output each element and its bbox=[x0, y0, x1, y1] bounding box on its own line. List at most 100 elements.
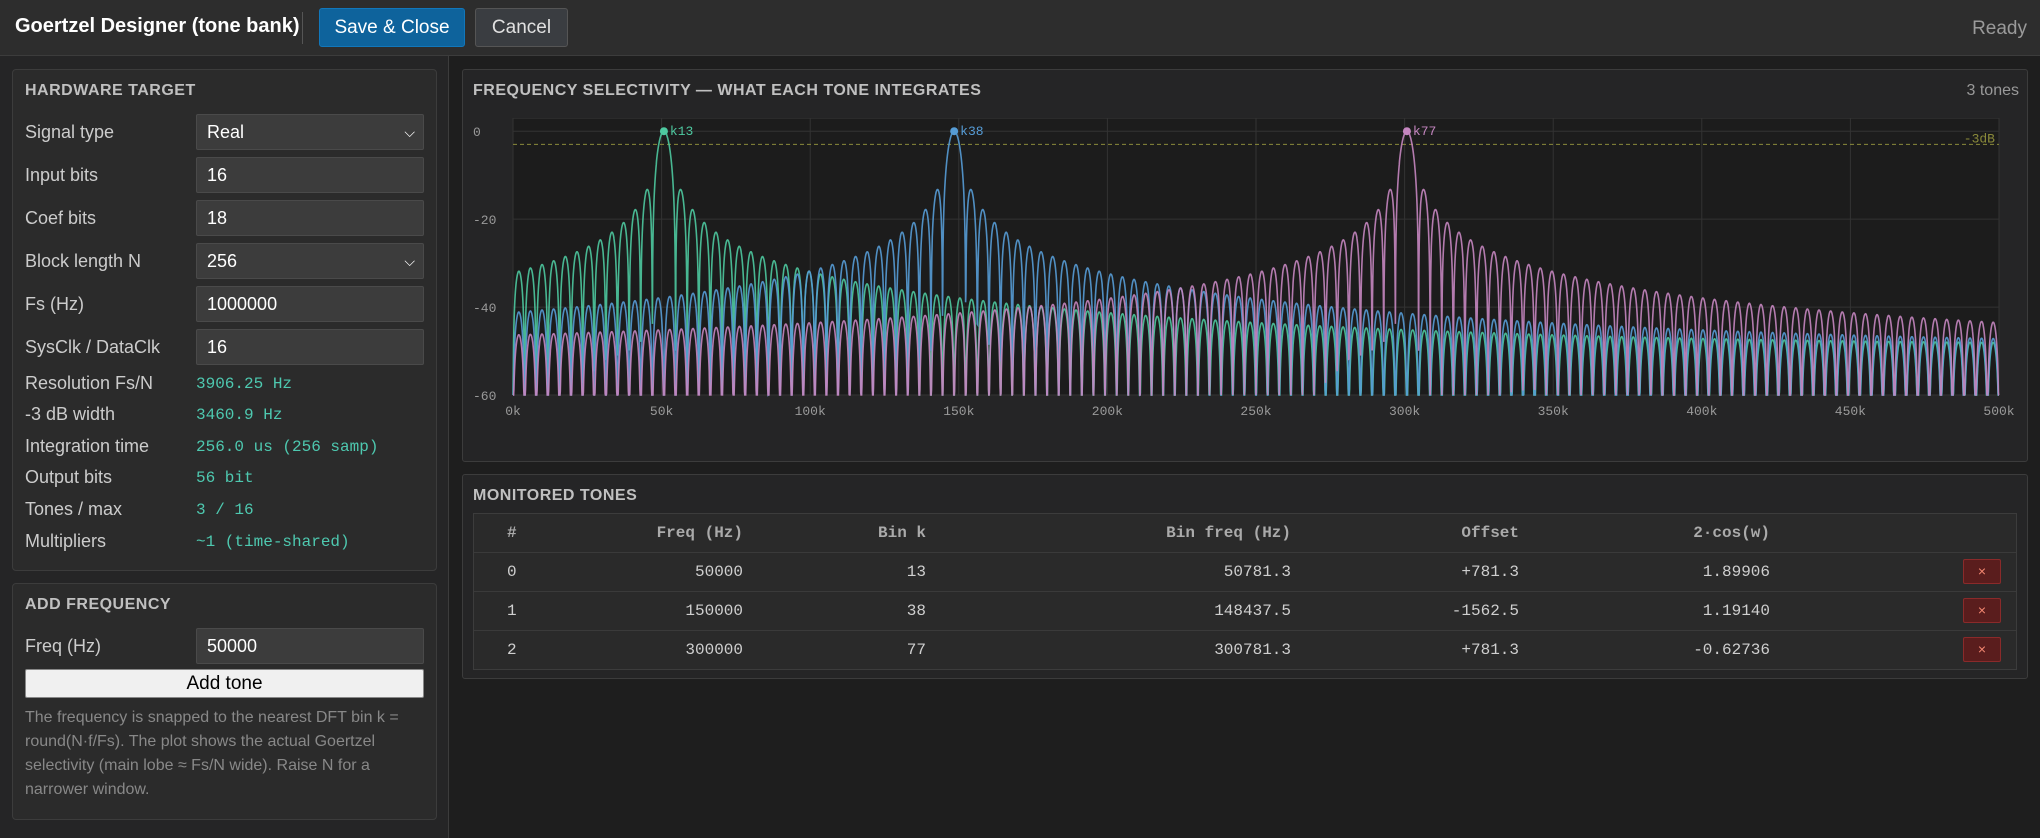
y-tick-label: -40 bbox=[473, 301, 496, 316]
delete-tone-button[interactable]: × bbox=[1963, 598, 2001, 623]
peak-marker-k38 bbox=[950, 127, 959, 136]
reference-label: -3dB bbox=[1964, 131, 1995, 146]
input-bits-field[interactable]: 16 bbox=[196, 157, 424, 193]
row-bin: 77 bbox=[906, 641, 926, 659]
signal-type-select[interactable]: Real ⌵ bbox=[196, 114, 424, 150]
signal-type-label: Signal type bbox=[25, 122, 115, 142]
x-tick-label: 300k bbox=[1389, 404, 1420, 419]
integration-value: 256.0 us (256 samp) bbox=[196, 438, 379, 456]
fs-label: Fs (Hz) bbox=[25, 294, 84, 314]
row-index: 1 bbox=[507, 602, 517, 620]
row-bin-freq: 148437.5 bbox=[1214, 602, 1291, 620]
row-index: 2 bbox=[507, 641, 517, 659]
x-tick-label: 450k bbox=[1835, 404, 1866, 419]
peak-label-k13: k13 bbox=[670, 124, 693, 139]
table-row: 0 50000 13 50781.3 +781.3 1.89906 × bbox=[474, 553, 2016, 592]
width-label: -3 dB width bbox=[25, 404, 116, 424]
top-bar: Goertzel Designer (tone bank) Save & Clo… bbox=[0, 0, 2040, 56]
multipliers-label: Multipliers bbox=[25, 531, 107, 551]
freq-input[interactable]: 50000 bbox=[196, 628, 424, 664]
x-tick-label: 0k bbox=[505, 404, 521, 419]
peak-marker-k77 bbox=[1402, 127, 1411, 136]
signal-type-value: Real bbox=[207, 122, 245, 142]
row-offset: +781.3 bbox=[1461, 563, 1519, 581]
monitored-tones-panel: MONITORED TONES # Freq (Hz) Bin k Bin fr… bbox=[462, 474, 2028, 679]
row-bin: 13 bbox=[906, 563, 926, 581]
coef-bits-label: Coef bits bbox=[25, 208, 97, 228]
row-bin: 38 bbox=[906, 602, 926, 620]
output-bits-label: Output bits bbox=[25, 467, 113, 487]
row-offset: -1562.5 bbox=[1451, 602, 1519, 620]
x-tick-label: 200k bbox=[1092, 404, 1123, 419]
table-row: 2 300000 77 300781.3 +781.3 -0.62736 × bbox=[474, 631, 2016, 670]
integration-label: Integration time bbox=[25, 436, 150, 456]
freq-label: Freq (Hz) bbox=[25, 636, 101, 656]
col-header-offset: Offset bbox=[1461, 524, 1519, 542]
status-text: Ready bbox=[1972, 18, 2027, 39]
x-tick-label: 50k bbox=[650, 404, 674, 419]
x-tick-label: 400k bbox=[1686, 404, 1717, 419]
x-tick-label: 150k bbox=[943, 404, 974, 419]
cancel-button[interactable]: Cancel bbox=[475, 8, 568, 47]
tones-max-label: Tones / max bbox=[25, 499, 123, 519]
row-bin-freq: 300781.3 bbox=[1214, 641, 1291, 659]
row-freq: 150000 bbox=[685, 602, 743, 620]
hardware-target-title: HARDWARE TARGET bbox=[25, 82, 196, 99]
sysclk-label: SysClk / DataClk bbox=[25, 337, 161, 357]
x-tick-label: 100k bbox=[795, 404, 826, 419]
coef-bits-field[interactable]: 18 bbox=[196, 200, 424, 236]
tones-title: MONITORED TONES bbox=[473, 487, 638, 504]
col-header-freq: Freq (Hz) bbox=[656, 524, 743, 542]
row-bin-freq: 50781.3 bbox=[1223, 563, 1291, 581]
tones-table: # Freq (Hz) Bin k Bin freq (Hz) Offset 2… bbox=[473, 513, 2017, 670]
x-tick-label: 500k bbox=[1983, 404, 2014, 419]
delete-tone-button[interactable]: × bbox=[1963, 637, 2001, 662]
x-tick-label: 350k bbox=[1538, 404, 1569, 419]
peak-marker-k13 bbox=[659, 127, 668, 136]
fs-field[interactable]: 1000000 bbox=[196, 286, 424, 322]
chevron-down-icon: ⌵ bbox=[404, 253, 415, 269]
tones-max-value: 3 / 16 bbox=[196, 501, 254, 519]
selectivity-chart: 0k 50k 100k 150k 200k 250k 300k 350k 400k 450k 500… bbox=[473, 118, 2015, 419]
block-length-value: 256 bbox=[207, 251, 238, 271]
toolbar-divider bbox=[302, 12, 303, 44]
row-offset: +781.3 bbox=[1461, 641, 1519, 659]
add-tone-button[interactable]: Add tone bbox=[25, 669, 424, 698]
add-frequency-title: ADD FREQUENCY bbox=[25, 596, 172, 613]
y-tick-label: -60 bbox=[473, 389, 496, 404]
y-tick-label: -20 bbox=[473, 213, 496, 228]
multipliers-value: ~1 (time-shared) bbox=[196, 533, 350, 551]
chevron-down-icon: ⌵ bbox=[404, 124, 415, 140]
delete-tone-button[interactable]: × bbox=[1963, 559, 2001, 584]
chart-title: FREQUENCY SELECTIVITY — WHAT EACH TONE I… bbox=[473, 82, 982, 99]
output-bits-value: 56 bit bbox=[196, 469, 254, 487]
save-close-button[interactable]: Save & Close bbox=[319, 8, 465, 47]
block-length-select[interactable]: 256 ⌵ bbox=[196, 243, 424, 279]
width-value: 3460.9 Hz bbox=[196, 406, 283, 424]
peak-label-k77: k77 bbox=[1413, 124, 1436, 139]
row-freq: 50000 bbox=[694, 563, 743, 581]
table-header-row: # Freq (Hz) Bin k Bin freq (Hz) Offset 2… bbox=[474, 514, 2016, 553]
col-header-index: # bbox=[507, 524, 517, 542]
row-index: 0 bbox=[507, 563, 517, 581]
col-header-coef: 2·cos(w) bbox=[1693, 524, 1770, 542]
peak-label-k38: k38 bbox=[960, 124, 983, 139]
block-length-label: Block length N bbox=[25, 251, 142, 271]
row-freq: 300000 bbox=[685, 641, 743, 659]
y-tick-label: 0 bbox=[473, 125, 481, 140]
hint-text: The frequency is snapped to the nearest … bbox=[25, 709, 399, 798]
tone-count: 3 tones bbox=[1966, 82, 2019, 99]
table-row: 1 150000 38 148437.5 -1562.5 1.19140 × bbox=[474, 592, 2016, 631]
app-title: Goertzel Designer (tone bank) bbox=[15, 15, 300, 37]
resolution-label: Resolution Fs/N bbox=[25, 373, 154, 393]
sidebar: HARDWARE TARGET Signal type Real ⌵ Input… bbox=[0, 56, 449, 838]
sysclk-field[interactable]: 16 bbox=[196, 329, 424, 365]
add-frequency-panel: ADD FREQUENCY Freq (Hz) 50000 Add tone T… bbox=[12, 583, 437, 820]
col-header-bin-freq: Bin freq (Hz) bbox=[1166, 524, 1291, 542]
row-coef: 1.89906 bbox=[1702, 563, 1770, 581]
row-coef: 1.19140 bbox=[1702, 602, 1770, 620]
resolution-value: 3906.25 Hz bbox=[196, 375, 293, 393]
input-bits-label: Input bits bbox=[25, 165, 99, 185]
row-coef: -0.62736 bbox=[1693, 641, 1770, 659]
col-header-bin: Bin k bbox=[877, 524, 926, 542]
